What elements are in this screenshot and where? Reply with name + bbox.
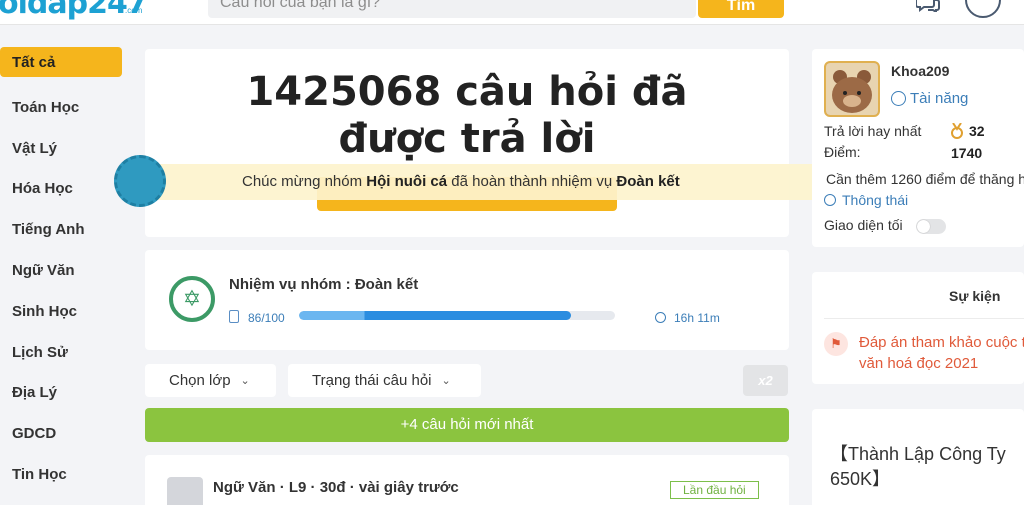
- sidebar-item-label: Tất cả: [12, 53, 56, 71]
- sidebar-item-label: Vật Lý: [12, 139, 58, 157]
- mission-title: Nhiệm vụ nhóm : Đoàn kết: [229, 276, 419, 293]
- banner-group-name: Hội nuôi cá: [366, 173, 448, 190]
- ad-card[interactable]: 【Thành Lập Công Ty 650K】: [812, 409, 1024, 505]
- banner-prefix: Chúc mừng nhóm: [242, 173, 367, 190]
- sidebar-item-label: Địa Lý: [12, 384, 58, 402]
- hero-card: 1425068 câu hỏi đã được trả lời: [145, 49, 789, 237]
- sidebar-item-label: Ngữ Văn: [12, 262, 75, 280]
- sidebar-item-geography[interactable]: Địa Lý: [0, 373, 122, 414]
- avatar[interactable]: [824, 61, 880, 117]
- sidebar-item-all[interactable]: Tất cả: [0, 47, 122, 77]
- sidebar-item-civics[interactable]: GDCD: [0, 413, 122, 454]
- question-card[interactable]: Ngữ Văn · L9 · 30đ · vài giây trước Lần …: [145, 455, 789, 505]
- mission-progress-fill: [299, 311, 571, 320]
- dark-mode-toggle[interactable]: [916, 219, 946, 234]
- group-mission-card: ✡ Nhiệm vụ nhóm : Đoàn kết 86/100 16h 11…: [145, 250, 789, 350]
- sidebar-item-literature[interactable]: Ngữ Văn: [0, 250, 122, 291]
- banner-mission-name: Đoàn kết: [616, 173, 680, 190]
- logo-suffix: .com: [125, 6, 143, 15]
- clock-icon: [655, 312, 666, 323]
- sidebar-item-label: Sinh Học: [12, 302, 78, 320]
- profile-status: Thông thái: [842, 192, 909, 208]
- sidebar-item-history[interactable]: Lịch Sử: [0, 332, 122, 373]
- banner-text: Chúc mừng nhóm Hội nuôi cá đã hoàn thành…: [242, 173, 680, 190]
- sidebar-item-label: GDCD: [12, 425, 57, 443]
- rank-badge-icon: [891, 91, 906, 106]
- mission-count: 86/100: [248, 311, 285, 325]
- group-badge-icon: [114, 155, 166, 207]
- grade-filter-dropdown[interactable]: Chọn lớp ⌄: [145, 364, 276, 397]
- sidebar-item-math[interactable]: Toán Học: [0, 87, 122, 128]
- points-value: 1740: [951, 145, 983, 161]
- profile-username[interactable]: Khoa209: [891, 63, 949, 79]
- notification-bell-icon[interactable]: [965, 0, 1001, 18]
- events-title: Sự kiện: [949, 288, 1001, 304]
- profile-card: Khoa209 Tài năng Trả lời hay nhất 32 Điể…: [812, 49, 1024, 247]
- divider: [824, 318, 1024, 319]
- avatar[interactable]: [167, 477, 203, 505]
- status-filter-dropdown[interactable]: Trạng thái câu hỏi ⌄: [288, 364, 481, 397]
- chat-icon[interactable]: [916, 0, 940, 12]
- sidebar-item-label: Tiếng Anh: [12, 221, 85, 239]
- sidebar-item-biology[interactable]: Sinh Học: [0, 291, 122, 332]
- grade-filter-label: Chọn lớp: [169, 372, 231, 389]
- medal-icon: [951, 123, 963, 139]
- top-bar: oidap247 .com Câu hỏi của bạn là gì? Tìm: [0, 0, 1024, 25]
- profile-rank: Tài năng: [910, 90, 969, 107]
- points-label: Điểm:: [824, 144, 861, 160]
- best-answer-label: Trả lời hay nhất: [824, 123, 922, 139]
- answered-count-title: 1425068 câu hỏi đã được trả lời: [145, 69, 789, 163]
- hero-title-line1: 1425068 câu hỏi đã: [246, 69, 688, 115]
- status-filter-label: Trạng thái câu hỏi: [312, 372, 432, 389]
- new-questions-button[interactable]: +4 câu hỏi mới nhất: [145, 408, 789, 442]
- mission-progress-bar: [299, 311, 615, 320]
- sidebar-item-english[interactable]: Tiếng Anh: [0, 209, 122, 250]
- search-button[interactable]: Tìm: [698, 0, 784, 18]
- sidebar-item-label: Tin Học: [12, 466, 67, 484]
- events-card: Sự kiện ⚑ Đáp án tham khảo cuộc thi văn …: [812, 272, 1024, 384]
- first-question-tag: Lần đầu hỏi: [670, 481, 759, 499]
- bear-avatar-image: [826, 63, 878, 115]
- search-placeholder: Câu hỏi của bạn là gì?: [220, 0, 381, 11]
- search-input[interactable]: Câu hỏi của bạn là gì?: [208, 0, 696, 18]
- sidebar-item-physics[interactable]: Vật Lý: [0, 128, 122, 169]
- chevron-down-icon: ⌄: [441, 375, 451, 387]
- subject-sidebar: Tất cả Toán Học Vật Lý Hóa Học Tiếng Anh…: [0, 47, 122, 495]
- sidebar-item-label: Lịch Sử: [12, 343, 68, 361]
- sidebar-item-informatics[interactable]: Tin Học: [0, 454, 122, 495]
- status-icon: [824, 194, 836, 206]
- star-of-david-icon: ✡: [169, 276, 215, 322]
- banner-middle: đã hoàn thành nhiệm vụ: [447, 173, 617, 190]
- question-meta: Ngữ Văn · L9 · 30đ · vài giây trước: [213, 479, 459, 496]
- best-answer-value: 32: [969, 123, 985, 139]
- mission-timer: 16h 11m: [674, 311, 720, 325]
- flag-icon: ⚑: [824, 332, 848, 356]
- rank-up-text: Cần thêm 1260 điểm để thăng hạng: [826, 171, 1024, 187]
- x2-button[interactable]: x2: [743, 365, 788, 396]
- sidebar-item-label: Hóa Học: [12, 180, 73, 198]
- hero-title-line2: được trả lời: [338, 116, 596, 162]
- sidebar-item-chemistry[interactable]: Hóa Học: [0, 169, 122, 210]
- sidebar-item-label: Toán Học: [12, 98, 80, 116]
- ad-text: 【Thành Lập Công Ty 650K】: [830, 444, 1006, 489]
- event-link[interactable]: Đáp án tham khảo cuộc thi văn hoá đọc 20…: [859, 332, 1024, 374]
- document-icon: [229, 310, 239, 323]
- chevron-down-icon: ⌄: [240, 375, 250, 387]
- dark-mode-label: Giao diện tối: [824, 217, 903, 233]
